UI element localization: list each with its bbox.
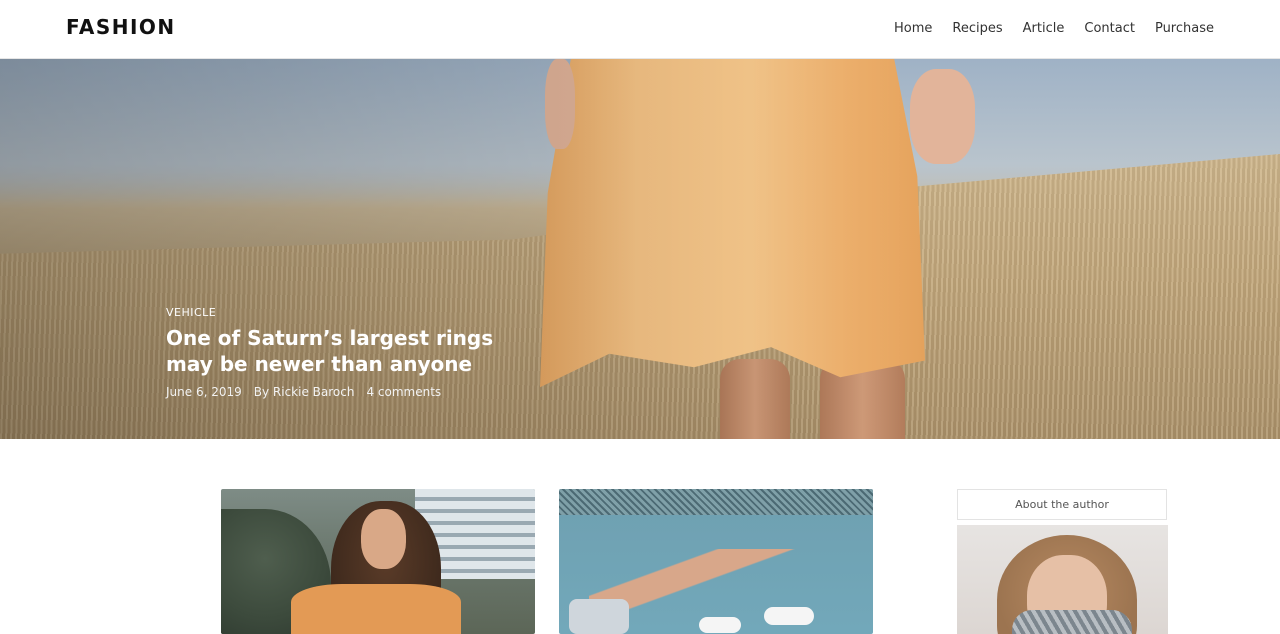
nav-article[interactable]: Article [1023, 21, 1065, 36]
main-nav: Home Recipes Article Contact Purchase [894, 21, 1214, 36]
author-photo [957, 525, 1168, 634]
hero-title[interactable]: One of Saturn’s largest rings may be new… [166, 325, 526, 377]
author-scarf-image [1012, 610, 1132, 634]
site-logo[interactable]: FASHION [66, 15, 176, 39]
nav-recipes[interactable]: Recipes [952, 21, 1002, 36]
about-author-box: About the author [957, 489, 1167, 520]
nav-purchase[interactable]: Purchase [1155, 21, 1214, 36]
shoe-image [764, 607, 814, 625]
hero-meta: June 6, 2019 By Rickie Baroch 4 comments [166, 385, 526, 399]
net-image [559, 489, 873, 515]
shorts-image [569, 599, 629, 634]
hero-banner: VEHICLE One of Saturn’s largest rings ma… [0, 59, 1280, 439]
post-card-image[interactable] [221, 489, 535, 634]
nav-contact[interactable]: Contact [1084, 21, 1135, 36]
nav-home[interactable]: Home [894, 21, 932, 36]
hero-post: VEHICLE One of Saturn’s largest rings ma… [166, 303, 526, 399]
hero-date: June 6, 2019 [166, 385, 242, 399]
hero-comments[interactable]: 4 comments [366, 385, 441, 399]
site-header: FASHION Home Recipes Article Contact Pur… [0, 0, 1280, 59]
shoe-image [699, 617, 741, 633]
about-author-title: About the author [1015, 498, 1109, 511]
person-top-image [291, 584, 461, 634]
post-card-image[interactable] [559, 489, 873, 634]
hero-author[interactable]: By Rickie Baroch [254, 385, 355, 399]
hero-category[interactable]: VEHICLE [166, 306, 216, 319]
person-face-image [361, 509, 406, 569]
